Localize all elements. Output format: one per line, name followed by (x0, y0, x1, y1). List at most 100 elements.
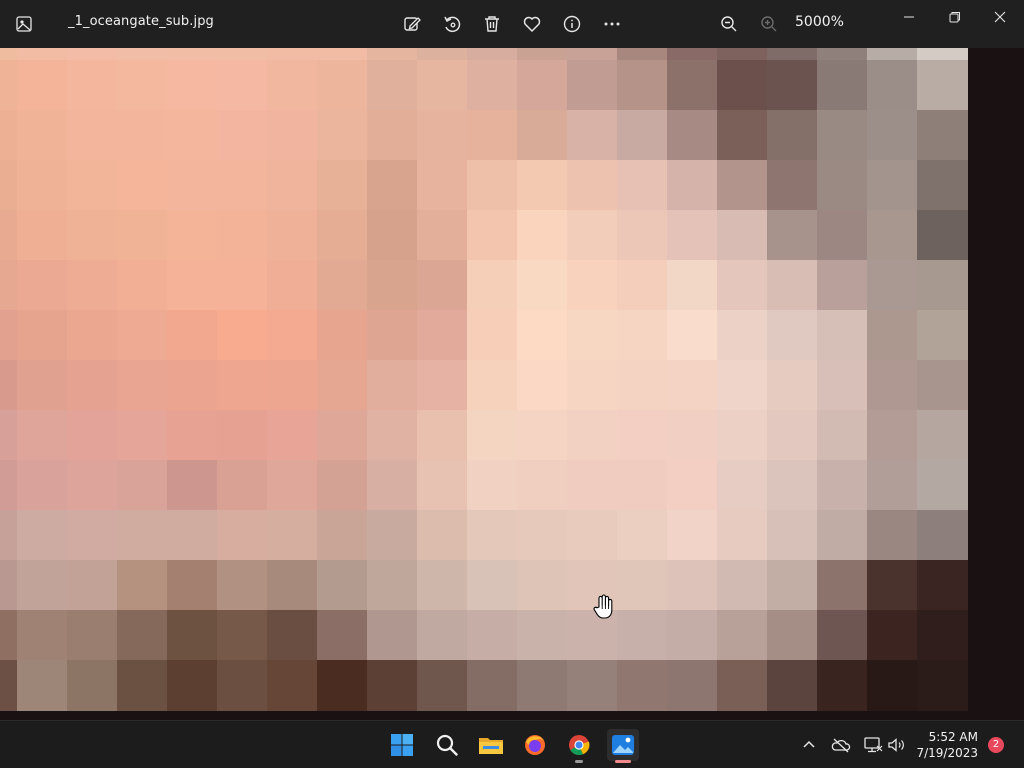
image-pixel-block (67, 510, 118, 561)
edit-icon[interactable] (400, 12, 424, 36)
start-icon[interactable] (386, 729, 418, 761)
image-pixel-block (667, 60, 718, 111)
image-pixel-block (17, 310, 68, 361)
image-pixel-block (67, 460, 118, 511)
image-pixel-block (0, 310, 18, 361)
image-pixel-block (667, 160, 718, 211)
image-pixel-block (367, 160, 418, 211)
image-pixel-block (467, 260, 518, 311)
image-pixel-block (167, 110, 218, 161)
image-pixel-block (117, 160, 168, 211)
onedrive-offline-icon[interactable] (829, 733, 853, 757)
image-pixel-block (567, 48, 618, 61)
file-explorer-icon[interactable] (475, 729, 507, 761)
image-pixel-block (0, 560, 18, 611)
image-pixel-block (267, 48, 318, 61)
image-pixel-block (817, 410, 868, 461)
taskbar: 5:52 AM 7/19/2023 2 (0, 720, 1024, 768)
favorite-icon[interactable] (520, 12, 544, 36)
image-pixel-block (117, 60, 168, 111)
image-pixel-block (667, 610, 718, 661)
image-pixel-block (817, 510, 868, 561)
chevron-up-icon[interactable] (797, 733, 821, 757)
image-pixel-block (617, 310, 668, 361)
image-pixel-block (0, 410, 18, 461)
info-icon[interactable] (560, 12, 584, 36)
image-pixel-block (417, 460, 468, 511)
image-pixel-block (417, 210, 468, 261)
image-pixel-block (717, 410, 768, 461)
image-pixel-block (117, 660, 168, 711)
minimize-button[interactable] (895, 6, 923, 28)
image-pixel-block (367, 110, 418, 161)
image-pixel-block (117, 510, 168, 561)
image-pixel-block (67, 160, 118, 211)
search-icon[interactable] (431, 729, 463, 761)
image-pixel-block (0, 110, 18, 161)
image-pixel-block (767, 360, 818, 411)
zoom-level[interactable]: 5000% (795, 14, 844, 30)
image-pixel-block (0, 610, 18, 661)
image-pixel-block (267, 310, 318, 361)
image-pixel-block (217, 410, 268, 461)
notification-badge[interactable]: 2 (988, 737, 1004, 753)
image-pixel-block (467, 60, 518, 111)
image-pixel-block (817, 560, 868, 611)
chrome-icon[interactable] (563, 729, 595, 763)
image-pixel-block (867, 560, 918, 611)
image-pixel-block (717, 310, 768, 361)
image-pixel-block (317, 410, 368, 461)
image-pixel-block (717, 360, 768, 411)
close-button[interactable] (986, 6, 1014, 28)
zoomed-image (0, 48, 968, 711)
image-pixel-block (717, 510, 768, 561)
zoom-out-icon[interactable] (717, 12, 741, 36)
image-pixel-block (667, 660, 718, 711)
image-pixel-block (417, 360, 468, 411)
image-pixel-block (567, 210, 618, 261)
image-pixel-block (817, 60, 868, 111)
image-pixel-block (17, 110, 68, 161)
image-pixel-block (767, 510, 818, 561)
image-pixel-block (617, 460, 668, 511)
image-pixel-block (267, 660, 318, 711)
image-pixel-block (617, 110, 668, 161)
image-viewport[interactable] (0, 48, 1024, 720)
image-pixel-block (817, 360, 868, 411)
image-pixel-block (217, 310, 268, 361)
maximize-button[interactable] (941, 6, 969, 28)
image-pixel-block (817, 260, 868, 311)
image-pixel-block (617, 660, 668, 711)
image-pixel-block (217, 560, 268, 611)
image-pixel-block (367, 460, 418, 511)
image-pixel-block (567, 110, 618, 161)
photos-icon[interactable] (607, 729, 639, 763)
more-icon[interactable] (600, 12, 624, 36)
delete-icon[interactable] (480, 12, 504, 36)
image-pixel-block (817, 110, 868, 161)
image-pixel-block (867, 460, 918, 511)
image-pixel-block (267, 510, 318, 561)
network-icon[interactable] (861, 733, 885, 757)
image-pixel-block (767, 48, 818, 61)
image-pixel-block (567, 310, 618, 361)
image-pixel-block (517, 410, 568, 461)
volume-icon[interactable] (885, 733, 909, 757)
image-pixel-block (817, 660, 868, 711)
image-pixel-block (517, 360, 568, 411)
image-pixel-block (867, 60, 918, 111)
image-pixel-block (67, 360, 118, 411)
image-pixel-block (767, 460, 818, 511)
image-pixel-block (617, 160, 668, 211)
image-pixel-block (267, 260, 318, 311)
rotate-icon[interactable] (440, 12, 464, 36)
image-pixel-block (217, 660, 268, 711)
image-pixel-block (317, 48, 368, 61)
image-pixel-block (17, 48, 68, 61)
image-pixel-block (917, 410, 968, 461)
image-pixel-block (517, 110, 568, 161)
image-pixel-block (717, 610, 768, 661)
clock[interactable]: 5:52 AM 7/19/2023 (916, 729, 978, 761)
firefox-icon[interactable] (519, 729, 551, 761)
image-pixel-block (17, 260, 68, 311)
